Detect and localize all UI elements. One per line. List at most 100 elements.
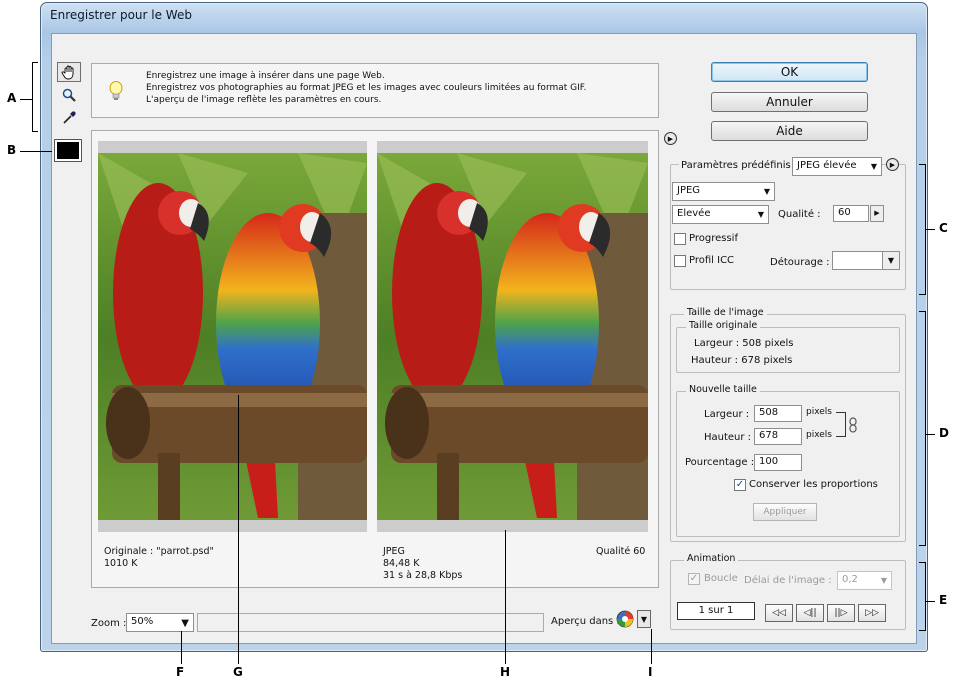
- status-field: [197, 613, 544, 632]
- info-line-2: Enregistrez vos photographies au format …: [146, 83, 587, 93]
- callout-a-bracket-top: [32, 62, 38, 63]
- frame-counter: 1 sur 1: [677, 602, 755, 620]
- proportion-bracket: [836, 412, 846, 437]
- toolbox: [54, 62, 84, 130]
- chevron-down-icon: ▼: [757, 210, 764, 219]
- callout-i-line: [651, 629, 652, 664]
- callout-i: I: [648, 665, 653, 679]
- play-arrow-icon: ▶: [667, 134, 674, 143]
- callout-d-line: [925, 434, 935, 435]
- animation-title: Animation: [684, 553, 739, 564]
- callout-e-bracket-top: [919, 562, 926, 563]
- window-title: Enregistrer pour le Web: [50, 8, 192, 22]
- delay-label: Délai de l'image :: [744, 575, 832, 586]
- callout-d-bracket-bottom: [919, 545, 926, 546]
- callout-a-line: [20, 99, 32, 100]
- info-panel: Enregistrez une image à insérer dans une…: [91, 63, 659, 118]
- compression-dropdown[interactable]: Elevée ▼: [672, 205, 769, 224]
- callout-b-line: [20, 151, 52, 152]
- format-value: JPEG: [677, 185, 701, 196]
- chevron-down-icon: ▼: [763, 187, 770, 196]
- constrain-label: Conserver les proportions: [749, 479, 878, 490]
- optimized-quality: Qualité 60: [596, 546, 646, 557]
- settings-menu-button[interactable]: ▶: [886, 158, 899, 171]
- chevron-down-icon: ▼: [880, 576, 887, 585]
- original-size-group: [676, 327, 900, 373]
- callout-e: E: [939, 593, 948, 607]
- preset-dropdown[interactable]: JPEG élevée ▼: [792, 157, 882, 176]
- apply-button[interactable]: Appliquer: [753, 503, 817, 521]
- callout-d: D: [939, 426, 949, 440]
- callout-a-bracket-bottom: [32, 131, 38, 132]
- callout-c: C: [939, 221, 948, 235]
- icc-profile-checkbox[interactable]: [674, 255, 686, 267]
- original-preview-pane[interactable]: [98, 141, 367, 532]
- callout-f: F: [176, 665, 185, 679]
- callout-c-line: [925, 229, 935, 230]
- loop-checkbox[interactable]: ✓: [688, 573, 700, 585]
- original-size-title: Taille originale: [686, 320, 761, 331]
- zoom-dropdown[interactable]: 50% ▼: [126, 613, 194, 632]
- original-filesize: 1010 K: [104, 558, 138, 569]
- loop-label: Boucle: [704, 573, 738, 584]
- original-filename: Originale : "parrot.psd": [104, 546, 214, 557]
- browser-globe-icon: [616, 610, 634, 628]
- callout-e-bracket: [925, 562, 926, 631]
- image-size-title: Taille de l'image: [684, 307, 767, 318]
- progressive-label: Progressif: [689, 233, 738, 244]
- delay-dropdown[interactable]: 0,2 ▼: [837, 571, 892, 590]
- zoom-value: 50%: [131, 616, 154, 627]
- quality-slider-button[interactable]: ▶: [870, 205, 884, 222]
- percent-input[interactable]: 100: [754, 454, 802, 471]
- original-height: Hauteur : 678 pixels: [691, 355, 793, 366]
- delay-value: 0,2: [842, 574, 858, 585]
- optimized-preview-pane[interactable]: [377, 141, 648, 532]
- chevron-down-icon: ▼: [870, 162, 877, 171]
- last-frame-button[interactable]: ▷▷: [858, 604, 886, 622]
- height-label: Hauteur :: [704, 432, 752, 443]
- optimized-format: JPEG: [383, 546, 405, 557]
- eyedropper-color-swatch[interactable]: [54, 139, 82, 162]
- help-button[interactable]: Aide: [711, 121, 868, 141]
- quality-label: Qualité :: [778, 209, 821, 220]
- eyedropper-tool-icon[interactable]: [57, 108, 81, 128]
- parrot-optimized-image: [377, 153, 648, 520]
- chevron-down-icon: ▼: [882, 252, 899, 269]
- play-arrow-icon: ▶: [874, 209, 880, 217]
- hand-tool-icon[interactable]: [57, 62, 81, 82]
- callout-e-bracket-bottom: [919, 630, 926, 631]
- width-label: Largeur :: [704, 409, 750, 420]
- width-input[interactable]: 508: [754, 405, 802, 422]
- browser-preview-button[interactable]: [616, 610, 634, 628]
- callout-g: G: [233, 665, 243, 679]
- next-frame-button[interactable]: ||▷: [827, 604, 855, 622]
- original-width: Largeur : 508 pixels: [694, 338, 794, 349]
- previous-frame-button[interactable]: ◁||: [796, 604, 824, 622]
- icc-profile-label: Profil ICC: [689, 255, 735, 266]
- ok-button[interactable]: OK: [711, 62, 868, 82]
- zoom-tool-icon[interactable]: [57, 85, 81, 105]
- new-size-title: Nouvelle taille: [686, 384, 760, 395]
- callout-c-bracket-bottom: [919, 294, 926, 295]
- matte-dropdown[interactable]: ▼: [832, 251, 900, 270]
- progressive-checkbox[interactable]: [674, 233, 686, 245]
- preview-menu-button[interactable]: ▶: [664, 132, 677, 145]
- preview-in-label: Aperçu dans :: [551, 616, 620, 627]
- cancel-button[interactable]: Annuler: [711, 92, 868, 112]
- callout-f-line: [181, 631, 182, 664]
- checkmark-icon: ✓: [689, 573, 699, 584]
- compression-value: Elevée: [677, 208, 711, 219]
- callout-e-line: [925, 601, 935, 602]
- first-frame-button[interactable]: ◁◁: [765, 604, 793, 622]
- info-line-3: L'aperçu de l'image reflète les paramètr…: [146, 95, 382, 105]
- height-unit: pixels: [806, 430, 832, 440]
- constrain-checkbox[interactable]: ✓: [734, 479, 746, 491]
- height-input[interactable]: 678: [754, 428, 802, 445]
- callout-c-bracket-top: [919, 164, 926, 165]
- format-dropdown[interactable]: JPEG ▼: [672, 182, 775, 201]
- play-arrow-icon: ▶: [889, 160, 896, 169]
- browser-dropdown-button[interactable]: ▼: [637, 610, 651, 628]
- callout-b: B: [7, 143, 17, 157]
- quality-input[interactable]: 60: [833, 205, 869, 222]
- callout-g-line: [238, 395, 239, 664]
